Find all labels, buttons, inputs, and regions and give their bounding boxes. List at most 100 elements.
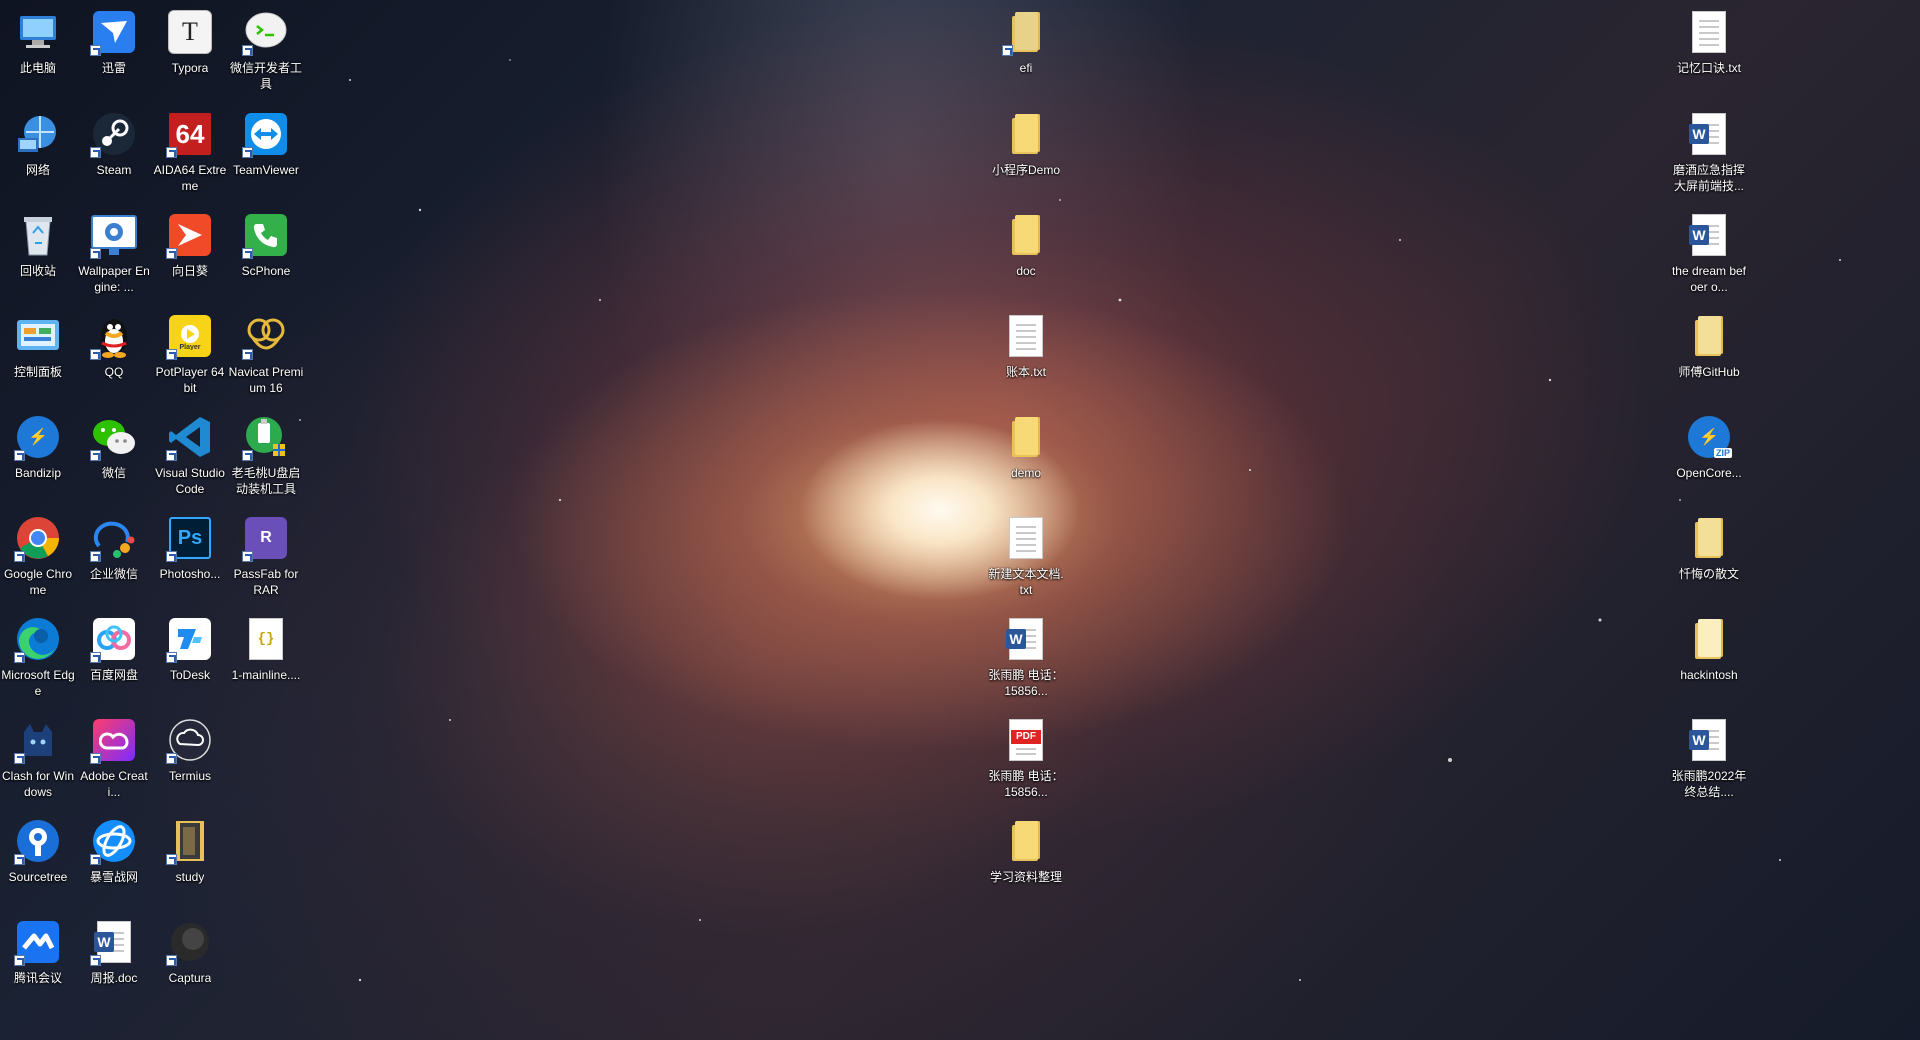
desktop-icon-sunflower[interactable]: 向日葵 xyxy=(152,211,228,279)
desktop-icon-label: PotPlayer 64 bit xyxy=(155,365,225,395)
computer-icon xyxy=(14,8,62,56)
desktop-icon-label: 记忆口诀.txt xyxy=(1676,61,1741,75)
desktop-icon-mainline[interactable]: {} 1-mainline.... xyxy=(228,615,304,683)
desktop-icon-efi[interactable]: efi xyxy=(988,8,1064,76)
termius-icon xyxy=(166,716,214,764)
desktop-icon-laomaotao[interactable]: 老毛桃U盘启动装机工具 xyxy=(228,413,304,497)
text-file-icon xyxy=(1002,514,1050,562)
desktop-icon-wallpaper-engine[interactable]: Wallpaper Engine: ... xyxy=(76,211,152,295)
desktop-icon-label: PassFab for RAR xyxy=(233,567,299,597)
desktop-icon-hackintosh[interactable]: hackintosh xyxy=(1671,615,1747,683)
desktop-icon-label: ToDesk xyxy=(169,668,210,682)
desktop-icon-miniprogram-demo[interactable]: 小程序Demo xyxy=(988,110,1064,178)
desktop-icon-label: 忏悔の散文 xyxy=(1678,567,1739,581)
desktop-icon-emergency-screen-doc[interactable]: W 磨酒应急指挥大屏前端技... xyxy=(1671,110,1747,194)
desktop-icon-baidu-netdisk[interactable]: 百度网盘 xyxy=(76,615,152,683)
desktop-icon-mnemonic-txt[interactable]: 记忆口诀.txt xyxy=(1671,8,1747,76)
desktop-icon-termius[interactable]: Termius xyxy=(152,716,228,784)
desktop-icon-typora[interactable]: T Typora xyxy=(152,8,228,76)
desktop-icon-control-panel[interactable]: 控制面板 xyxy=(0,312,76,380)
desktop-icon-label: study xyxy=(175,870,205,884)
word-document-icon: W xyxy=(1685,716,1733,764)
desktop-icon-aida64[interactable]: 64 AIDA64 Extreme xyxy=(152,110,228,194)
xunlei-bird-icon xyxy=(90,8,138,56)
desktop-icon-label: 1-mainline.... xyxy=(231,668,301,682)
desktop-icon-photoshop[interactable]: Ps Photosho... xyxy=(152,514,228,582)
network-icon xyxy=(14,110,62,158)
desktop-icon-label: QQ xyxy=(104,365,124,379)
desktop-icon-adobe-cc[interactable]: Adobe Creati... xyxy=(76,716,152,800)
wechat-icon xyxy=(90,413,138,461)
desktop-icon-navicat[interactable]: Navicat Premium 16 xyxy=(228,312,304,396)
tencent-meeting-icon xyxy=(14,918,62,966)
desktop-icon-wecom[interactable]: 企业微信 xyxy=(76,514,152,582)
folder-icon xyxy=(1685,312,1733,360)
desktop-icon-vscode[interactable]: Visual Studio Code xyxy=(152,413,228,497)
desktop-icon-label: 学习资料整理 xyxy=(989,870,1062,884)
desktop-icon-label: 老毛桃U盘启动装机工具 xyxy=(231,466,301,496)
desktop-icon-ledger-txt[interactable]: 账本.txt xyxy=(988,312,1064,380)
steam-icon xyxy=(90,110,138,158)
desktop-icon-network[interactable]: 网络 xyxy=(0,110,76,178)
desktop-icon-chrome[interactable]: Google Chrome xyxy=(0,514,76,598)
desktop-icon-label: 此电脑 xyxy=(19,61,56,75)
desktop-icon-passfab[interactable]: R PassFab for RAR xyxy=(228,514,304,598)
desktop-icon-label: 微信开发者工具 xyxy=(229,61,302,91)
desktop-icon-qq[interactable]: QQ xyxy=(76,312,152,380)
desktop-icon-xunlei[interactable]: 迅雷 xyxy=(76,8,152,76)
desktop-icon-label: Clash for Windows xyxy=(1,769,75,799)
desktop-icon-captura[interactable]: Captura xyxy=(152,918,228,986)
folder-icon xyxy=(1685,615,1733,663)
desktop-icon-label: ScPhone xyxy=(241,264,291,278)
desktop-icon-recycle-bin[interactable]: 回收站 xyxy=(0,211,76,279)
desktop-icon-label: Bandizip xyxy=(14,466,62,480)
usb-tool-icon xyxy=(242,413,290,461)
desktop-icon-bandizip[interactable]: ⚡ Bandizip xyxy=(0,413,76,481)
desktop-icon-resume-pdf[interactable]: PDF 张雨鹏 电话：15856... xyxy=(988,716,1064,800)
desktop-icon-clash[interactable]: Clash for Windows xyxy=(0,716,76,800)
desktop-icon-edge[interactable]: Microsoft Edge xyxy=(0,615,76,699)
desktop-icon-resume-docx[interactable]: W 张雨鹏 电话：15856... xyxy=(988,615,1064,699)
desktop-icon-label: AIDA64 Extreme xyxy=(153,163,227,193)
desktop-icon-wechat-devtools[interactable]: 微信开发者工具 xyxy=(228,8,304,92)
desktop-icon-potplayer[interactable]: Player PotPlayer 64 bit xyxy=(152,312,228,396)
desktop-icon-label: OpenCore... xyxy=(1676,466,1742,480)
json-file-icon: {} xyxy=(242,615,290,663)
word-document-icon: W xyxy=(1685,211,1733,259)
desktop-icon-scphone[interactable]: ScPhone xyxy=(228,211,304,279)
desktop-icon-study[interactable]: study xyxy=(152,817,228,885)
desktop-icon-doc-folder[interactable]: doc xyxy=(988,211,1064,279)
vscode-icon xyxy=(166,413,214,461)
word-document-icon: W xyxy=(90,918,138,966)
desktop-icon-label: Google Chrome xyxy=(3,567,73,597)
svg-text:Player: Player xyxy=(179,344,200,350)
desktop-icon-teamviewer[interactable]: TeamViewer xyxy=(228,110,304,178)
desktop-icon-battlenet[interactable]: 暴雪战网 xyxy=(76,817,152,885)
desktop-icon-label: 百度网盘 xyxy=(89,668,138,682)
desktop-icon-wechat[interactable]: 微信 xyxy=(76,413,152,481)
desktop-icon-steam[interactable]: Steam xyxy=(76,110,152,178)
desktop-icon-demo[interactable]: demo xyxy=(988,413,1064,481)
scphone-icon xyxy=(242,211,290,259)
desktop-icon-year-end-summary[interactable]: W 张雨鹏2022年终总结.... xyxy=(1671,716,1747,800)
desktop-icon-opencore-zip[interactable]: ⚡ ZIP OpenCore... xyxy=(1671,413,1747,481)
desktop-icon-this-pc[interactable]: 此电脑 xyxy=(0,8,76,76)
wallpaper-engine-icon xyxy=(90,211,138,259)
desktop-icon-label: 张雨鹏2022年终总结.... xyxy=(1671,769,1747,799)
desktop-icon-dream-doc[interactable]: W the dream befoer o... xyxy=(1671,211,1747,295)
desktop-icon-master-github[interactable]: 师傅GitHub xyxy=(1671,312,1747,380)
desktop-icon-tencent-meeting[interactable]: 腾讯会议 xyxy=(0,918,76,986)
folder-icon xyxy=(1002,8,1050,56)
desktop-icon-weekly-report[interactable]: W 周报.doc xyxy=(76,918,152,986)
desktop-icon-sourcetree[interactable]: Sourcetree xyxy=(0,817,76,885)
desktop-icon-todesk[interactable]: ToDesk xyxy=(152,615,228,683)
desktop-icon-label: Visual Studio Code xyxy=(155,466,225,496)
desktop-icon-confession-prose[interactable]: 忏悔の散文 xyxy=(1671,514,1747,582)
desktop-icon-study-materials[interactable]: 学习资料整理 xyxy=(988,817,1064,885)
desktop-icon-label: hackintosh xyxy=(1680,668,1738,682)
potplayer-icon: Player xyxy=(166,312,214,360)
folder-icon xyxy=(1002,817,1050,865)
desktop-icon-new-text-doc[interactable]: 新建文本文档.txt xyxy=(988,514,1064,598)
sunflower-icon xyxy=(166,211,214,259)
desktop-icon-label: 回收站 xyxy=(19,264,56,278)
